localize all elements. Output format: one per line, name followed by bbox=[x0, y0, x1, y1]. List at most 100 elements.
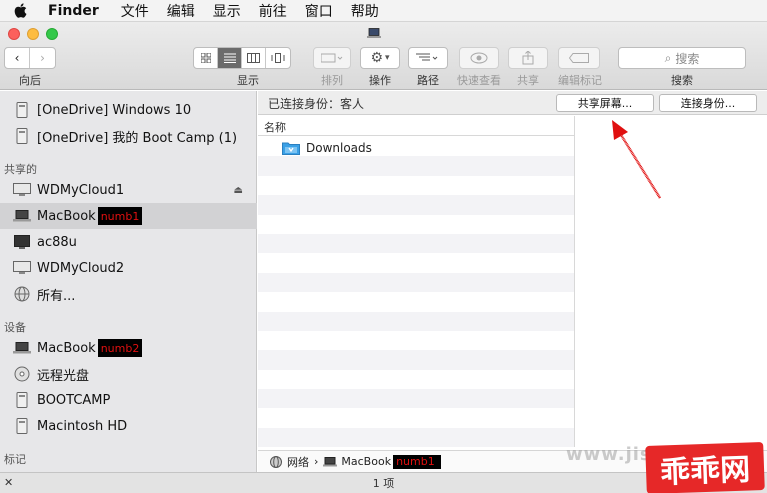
watermark-logo: 乖乖网 bbox=[645, 441, 765, 493]
sidebar-item-label: ac88u bbox=[37, 234, 77, 250]
back-forward-control: ‹ › bbox=[4, 47, 56, 69]
close-button[interactable] bbox=[8, 28, 20, 40]
monitor-icon bbox=[12, 234, 32, 250]
sidebar-header-tags: 标记 bbox=[4, 453, 26, 466]
search-icon: ⌕ bbox=[664, 50, 672, 65]
sidebar-item-label: WDMyCloud2 bbox=[37, 260, 125, 276]
view-mode-control bbox=[193, 47, 291, 69]
path-network[interactable]: 网络 bbox=[287, 454, 309, 470]
window-toolbar: ‹ › 向后 显示 排列 ⚙ ▾ 操作 路径 快速查看 共享 编辑标记 ⌕ 搜索… bbox=[0, 22, 767, 90]
menu-finder[interactable]: Finder bbox=[48, 3, 99, 19]
list-row bbox=[258, 370, 574, 389]
sidebar-item-macbook-device[interactable]: MacBook numb2 bbox=[0, 335, 257, 361]
redaction-label: numb2 bbox=[97, 339, 143, 357]
icon-view-button[interactable] bbox=[194, 48, 218, 68]
search-field[interactable]: ⌕ 搜索 bbox=[618, 47, 746, 69]
sidebar-header-shared: 共享的 bbox=[4, 163, 37, 176]
share-label: 共享 bbox=[517, 74, 539, 87]
window-controls bbox=[8, 28, 58, 40]
list-row bbox=[258, 292, 574, 311]
cover-flow-button[interactable] bbox=[266, 48, 290, 68]
connect-as-button[interactable]: 连接身份... bbox=[659, 94, 757, 112]
share-screen-button[interactable]: 共享屏幕... bbox=[556, 94, 654, 112]
laptop-icon bbox=[12, 208, 32, 224]
grid-icon bbox=[200, 53, 211, 63]
menu-view[interactable]: 显示 bbox=[213, 1, 241, 21]
sidebar-item-label: 远程光盘 bbox=[37, 368, 90, 384]
menu-file[interactable]: 文件 bbox=[121, 1, 149, 21]
list-row bbox=[258, 272, 574, 293]
path-label: 路径 bbox=[417, 74, 439, 87]
list-view-button[interactable] bbox=[218, 48, 242, 68]
menu-help[interactable]: 帮助 bbox=[351, 1, 379, 21]
disc-icon bbox=[12, 366, 32, 382]
share-button[interactable] bbox=[508, 47, 548, 69]
tags-button[interactable] bbox=[558, 47, 600, 69]
sidebar-item-macintosh-hd[interactable]: Macintosh HD bbox=[0, 413, 257, 439]
list-row bbox=[258, 215, 574, 234]
sidebar-item-macbook-shared[interactable]: MacBook numb1 bbox=[0, 203, 257, 229]
drive-icon bbox=[12, 418, 32, 434]
sidebar-item-onedrive-bootcamp[interactable]: [OneDrive] 我的 Boot Camp (1) bbox=[0, 123, 257, 149]
connected-as-text: 已连接身份：客人 bbox=[268, 97, 365, 111]
eject-icon[interactable]: ⏏ bbox=[234, 185, 243, 196]
list-row bbox=[258, 233, 574, 254]
sidebar-item-label: MacBook bbox=[37, 208, 96, 224]
sidebar: [OneDrive] Windows 10 [OneDrive] 我的 Boot… bbox=[0, 91, 257, 472]
back-button[interactable]: ‹ bbox=[5, 48, 30, 68]
drive-icon bbox=[12, 392, 32, 408]
gear-icon: ⚙ bbox=[370, 50, 384, 66]
path-separator: › bbox=[314, 455, 319, 468]
forward-button[interactable]: › bbox=[30, 48, 55, 68]
column-divider[interactable] bbox=[574, 116, 575, 447]
close-sidebar-icon[interactable]: ✕ bbox=[4, 476, 13, 489]
folder-icon bbox=[282, 142, 300, 155]
back-forward-label: 向后 bbox=[19, 74, 41, 87]
sidebar-item-wdmycloud1[interactable]: WDMyCloud1 ⏏ bbox=[0, 177, 257, 203]
arrange-button[interactable] bbox=[313, 47, 351, 69]
sidebar-item-remote-disc[interactable]: 远程光盘 bbox=[0, 361, 257, 387]
action-button[interactable]: ⚙ ▾ bbox=[360, 47, 400, 69]
sidebar-item-bootcamp[interactable]: BOOTCAMP bbox=[0, 387, 257, 413]
sidebar-item-label: Macintosh HD bbox=[37, 418, 128, 434]
globe-icon bbox=[12, 286, 32, 302]
list-row bbox=[258, 350, 574, 370]
menu-go[interactable]: 前往 bbox=[259, 1, 287, 21]
menu-edit[interactable]: 编辑 bbox=[167, 1, 195, 21]
sidebar-item-all[interactable]: 所有... bbox=[0, 281, 257, 307]
zoom-button[interactable] bbox=[46, 28, 58, 40]
tags-label: 编辑标记 bbox=[558, 74, 602, 87]
path-button[interactable] bbox=[408, 47, 448, 69]
path-icon bbox=[416, 53, 438, 61]
tag-icon bbox=[569, 53, 589, 63]
chevron-right-icon: › bbox=[40, 51, 45, 65]
list-row bbox=[258, 311, 574, 331]
list-row bbox=[258, 156, 574, 176]
minimize-button[interactable] bbox=[27, 28, 39, 40]
column-header-name[interactable]: 名称 bbox=[258, 116, 574, 136]
sidebar-item-label: [OneDrive] Windows 10 bbox=[37, 102, 192, 118]
file-list bbox=[258, 137, 574, 448]
sidebar-item-ac88u[interactable]: ac88u bbox=[0, 229, 257, 255]
laptop-icon bbox=[12, 340, 32, 356]
quicklook-button[interactable] bbox=[459, 47, 499, 69]
globe-icon bbox=[270, 455, 282, 468]
monitor-icon bbox=[12, 182, 32, 198]
sidebar-item-label: 所有... bbox=[37, 288, 76, 304]
path-computer[interactable]: MacBook bbox=[341, 455, 391, 468]
monitor-icon bbox=[12, 260, 32, 276]
list-row bbox=[258, 331, 574, 350]
column-view-button[interactable] bbox=[242, 48, 266, 68]
menu-window[interactable]: 窗口 bbox=[305, 1, 333, 21]
menu-bar: Finder 文件 编辑 显示 前往 窗口 帮助 bbox=[0, 0, 767, 22]
sidebar-item-label: MacBook bbox=[37, 340, 96, 356]
file-row-downloads[interactable]: Downloads bbox=[282, 141, 372, 155]
redaction-label: numb1 bbox=[97, 207, 143, 225]
sidebar-item-wdmycloud2[interactable]: WDMyCloud2 bbox=[0, 255, 257, 281]
sidebar-header-devices: 设备 bbox=[4, 321, 26, 334]
list-icon bbox=[223, 53, 236, 63]
share-icon bbox=[522, 51, 534, 65]
cover-flow-icon bbox=[271, 53, 285, 63]
apple-icon[interactable] bbox=[14, 3, 28, 19]
sidebar-item-onedrive-windows10[interactable]: [OneDrive] Windows 10 bbox=[0, 97, 257, 123]
